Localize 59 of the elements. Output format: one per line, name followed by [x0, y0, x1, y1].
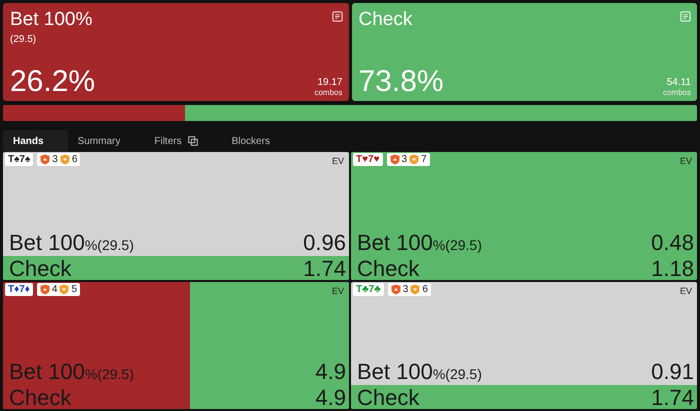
action-label: Bet 100%(29.5) [9, 230, 134, 256]
action-card[interactable]: Bet 100% (29.5) 26.2% 19.17 combos [3, 3, 348, 101]
action-title: Bet 100% [10, 9, 92, 31]
ev-value: 4.9 [315, 360, 346, 383]
shield-icon [59, 284, 70, 294]
shield-icon [390, 284, 401, 294]
ev-value: 1.18 [651, 256, 694, 280]
ev-value: 1.74 [303, 256, 346, 280]
ev-label: EV [332, 284, 345, 296]
combos-count: 19.17 [317, 77, 342, 88]
combos-label: combos [662, 88, 691, 97]
action-size: (29.5) [10, 34, 38, 45]
badge-count: 3 [52, 154, 58, 165]
badge-count: 5 [71, 284, 77, 294]
hand-label: T♣7♣ [353, 282, 384, 296]
hand-label: T♦7♦ [5, 282, 33, 296]
shield-icon [60, 154, 70, 165]
action-label: Bet 100%(29.5) [9, 360, 134, 386]
ev-value: 1.74 [651, 386, 694, 409]
hand-cell[interactable]: T♥7♥ 3 7 EV Bet 100%(29.5) 0.48 Check 1.18 [351, 152, 697, 280]
tab[interactable]: Blockers [222, 130, 294, 152]
action-label: Check [9, 386, 72, 409]
shield-icon [390, 154, 400, 165]
action-label: Check [357, 256, 420, 280]
badge-count: 6 [72, 154, 78, 165]
ev-label: EV [332, 155, 345, 166]
ev-value: 0.96 [303, 230, 346, 254]
badge-count: 3 [402, 154, 408, 165]
action-frequency: 26.2% [10, 67, 96, 97]
tab[interactable]: Summary [68, 130, 144, 152]
tab[interactable]: Filters [144, 130, 222, 152]
hand-label: T♥7♥ [353, 153, 383, 166]
hand-label: T♠7♠ [5, 153, 34, 166]
ev-label: EV [680, 284, 693, 296]
notes-icon[interactable] [332, 11, 342, 22]
ev-label: EV [680, 155, 693, 166]
hand-cell[interactable]: T♣7♣ 3 6 EV Bet 100%(29.5) 0.91 Check 1.74 [351, 282, 697, 409]
action-frequency: 73.8% [358, 67, 444, 97]
ev-value: 0.91 [651, 360, 694, 383]
badge-count: 3 [402, 284, 408, 294]
hand-cell[interactable]: T♠7♠ 3 6 EV Bet 100%(29.5) 0.96 Check 1.74 [3, 152, 349, 280]
action-label: Bet 100%(29.5) [357, 360, 482, 386]
shield-icon [409, 154, 420, 165]
ev-value: 4.9 [315, 386, 346, 409]
action-title: Check [358, 9, 412, 31]
action-label: Check [9, 256, 72, 280]
shield-icon [40, 154, 50, 165]
combos-label: combos [314, 88, 342, 97]
badge-count: 7 [421, 154, 427, 165]
action-label: Bet 100%(29.5) [357, 230, 482, 256]
ev-value: 0.48 [651, 230, 694, 254]
tab[interactable]: Hands [3, 130, 68, 152]
shield-icon [410, 284, 420, 294]
hand-cell[interactable]: T♦7♦ 4 5 EV Bet 100%(29.5) 4.9 Check 4.9 [3, 282, 349, 409]
action-label: Check [357, 386, 420, 409]
combos-count: 54.11 [666, 77, 691, 88]
shield-icon [40, 284, 50, 294]
badge-count: 6 [422, 284, 428, 294]
badge-count: 4 [52, 284, 58, 294]
